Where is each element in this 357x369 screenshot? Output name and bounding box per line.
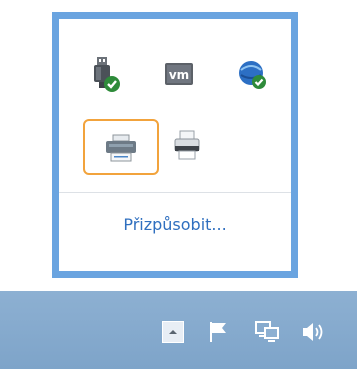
network-icon[interactable] [254,319,280,345]
action-center-flag-icon[interactable] [206,319,232,345]
show-hidden-icons-button[interactable] [162,321,184,343]
volume-icon[interactable] [300,319,326,345]
notification-overflow-popup: vm Přizpůsobit... [52,12,298,278]
overflow-popup-body: vm Přizpůsobit... [59,19,291,271]
network-globe-check-icon[interactable] [231,53,275,97]
usb-safely-remove-icon[interactable] [83,53,127,97]
chevron-up-icon [169,330,177,334]
customize-link[interactable]: Přizpůsobit... [59,215,291,234]
popup-divider [59,192,291,193]
vmware-tools-icon[interactable]: vm [157,53,201,97]
printer-icon[interactable] [83,119,159,175]
desktop-area: vm Přizpůsobit... [0,0,357,369]
taskbar [0,291,357,369]
printer-status-icon[interactable] [165,123,209,167]
svg-text:vm: vm [169,68,189,82]
